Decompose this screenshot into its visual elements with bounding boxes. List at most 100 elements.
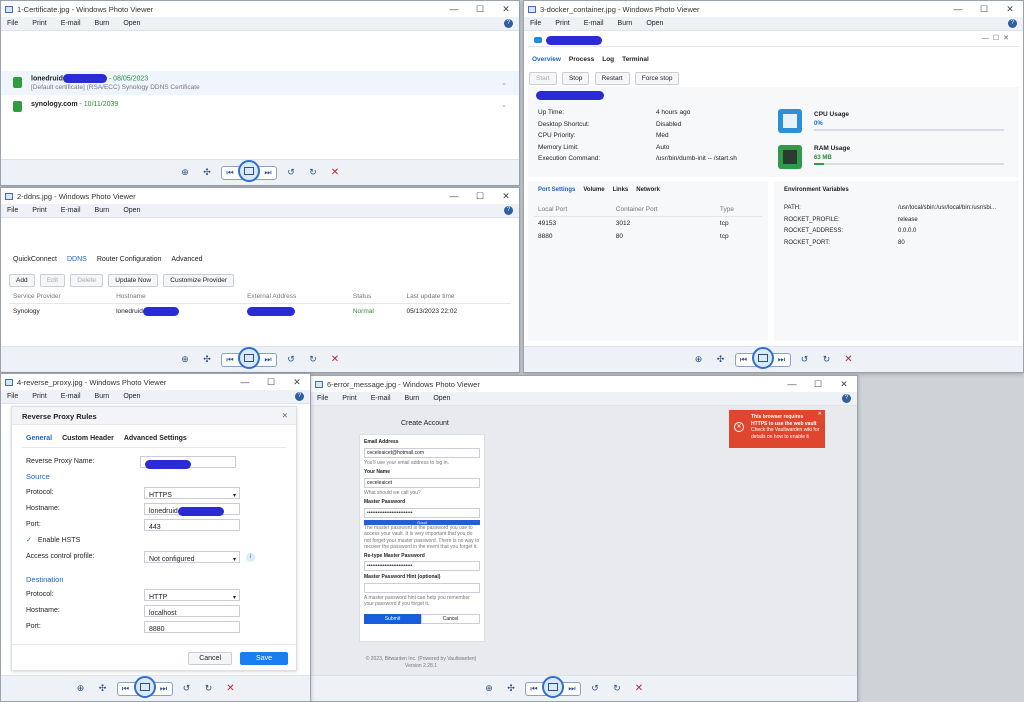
menu-file[interactable]: File	[7, 393, 18, 400]
menu-open[interactable]: Open	[123, 207, 140, 214]
dst-hostname-field[interactable]: localhost	[144, 605, 240, 617]
slideshow-icon[interactable]	[133, 675, 156, 698]
rotate-left-icon[interactable]: ↺	[179, 682, 195, 696]
tab-process[interactable]: Process	[569, 56, 594, 63]
zoom-icon[interactable]: ⊕	[177, 353, 193, 367]
src-protocol-select[interactable]: HTTPS ▾	[144, 487, 240, 499]
zoom-icon[interactable]: ⊕	[481, 682, 497, 696]
menu-email[interactable]: E-mail	[371, 395, 391, 402]
previous-icon[interactable]: ⏮	[736, 355, 752, 365]
delete-icon[interactable]: ✕	[223, 683, 239, 694]
menu-burn[interactable]: Burn	[618, 20, 633, 27]
edit-button[interactable]: Edit	[39, 274, 66, 287]
rotate-left-icon[interactable]: ↺	[283, 166, 299, 180]
tab-quickconnect[interactable]: QuickConnect	[13, 256, 57, 263]
close-button[interactable]: ✕	[284, 374, 310, 390]
acl-select[interactable]: Not configured ▾	[144, 551, 240, 563]
name-field[interactable]: ceceleaicet	[364, 477, 480, 488]
minimize-button[interactable]: —	[441, 188, 467, 204]
next-icon[interactable]: ⏭	[156, 684, 172, 694]
slideshow-icon[interactable]	[238, 346, 260, 369]
rotate-left-icon[interactable]: ↺	[283, 353, 299, 367]
table-row[interactable]: 49153 3012 tcp	[534, 217, 762, 231]
tab-volume[interactable]: Volume	[583, 187, 604, 193]
help-icon[interactable]: ?	[504, 19, 513, 28]
delete-icon[interactable]: ✕	[631, 683, 647, 694]
titlebar[interactable]: 1-Certificate.jpg - Windows Photo Viewer…	[1, 1, 519, 17]
minimize-button[interactable]: —	[779, 376, 805, 392]
titlebar[interactable]: 2-ddns.jpg - Windows Photo Viewer — ☐ ✕	[1, 188, 519, 204]
help-icon[interactable]: ?	[1008, 19, 1017, 28]
rotate-right-icon[interactable]: ↻	[609, 682, 625, 696]
start-button[interactable]: Start	[529, 72, 557, 85]
tab-general[interactable]: General	[26, 435, 52, 442]
delete-icon[interactable]: ✕	[327, 354, 343, 365]
tab-advanced[interactable]: Advanced	[171, 256, 202, 263]
next-icon[interactable]: ⏭	[564, 684, 580, 694]
menu-email[interactable]: E-mail	[584, 20, 604, 27]
next-icon[interactable]: ⏭	[260, 355, 276, 365]
table-row[interactable]: 8880 80 tcp	[534, 230, 762, 243]
titlebar[interactable]: 4-reverse_proxy.jpg - Windows Photo View…	[1, 374, 310, 390]
tab-terminal[interactable]: Terminal	[622, 56, 649, 63]
src-port-field[interactable]: 443	[144, 519, 240, 531]
delete-icon[interactable]: ✕	[841, 354, 857, 365]
menu-file[interactable]: File	[7, 20, 18, 27]
force-stop-button[interactable]: Force stop	[634, 72, 680, 85]
menu-print[interactable]: Print	[32, 393, 46, 400]
tab-port-settings[interactable]: Port Settings	[538, 187, 575, 193]
tab-advanced-settings[interactable]: Advanced Settings	[124, 435, 187, 442]
minimize-button[interactable]: —	[945, 1, 971, 17]
previous-icon[interactable]: ⏮	[222, 168, 238, 178]
window-controls-icon[interactable]: —☐✕	[982, 34, 1013, 42]
info-icon[interactable]: i	[246, 553, 255, 562]
next-icon[interactable]: ⏭	[774, 355, 790, 365]
maximize-button[interactable]: ☐	[971, 1, 997, 17]
help-icon[interactable]: ?	[842, 394, 851, 403]
maximize-button[interactable]: ☐	[258, 374, 284, 390]
menu-print[interactable]: Print	[32, 207, 46, 214]
cert-row-selected[interactable]: lonedruid - 08/05/2023 [Default certific…	[1, 71, 519, 95]
tab-ddns[interactable]: DDNS	[67, 256, 87, 263]
rotate-left-icon[interactable]: ↺	[587, 682, 603, 696]
actual-size-icon[interactable]: ✣	[713, 353, 729, 367]
actual-size-icon[interactable]: ✣	[199, 166, 215, 180]
help-icon[interactable]: ?	[295, 392, 304, 401]
previous-icon[interactable]: ⏮	[526, 684, 542, 694]
previous-icon[interactable]: ⏮	[222, 355, 238, 365]
hint-field[interactable]	[364, 582, 480, 593]
delete-button[interactable]: Delete	[70, 274, 104, 287]
close-button[interactable]: ✕	[493, 1, 519, 17]
menu-email[interactable]: E-mail	[61, 207, 81, 214]
rotate-right-icon[interactable]: ↻	[819, 353, 835, 367]
src-hostname-field[interactable]: lonedruid	[144, 503, 240, 516]
menu-open[interactable]: Open	[433, 395, 450, 402]
menu-print[interactable]: Print	[32, 20, 46, 27]
close-icon[interactable]: ✕	[282, 411, 288, 420]
minimize-button[interactable]: —	[441, 1, 467, 17]
cancel-button[interactable]: Cancel	[188, 652, 232, 665]
checkbox-checked-icon[interactable]: ✓	[26, 537, 32, 544]
close-button[interactable]: ✕	[493, 188, 519, 204]
rotate-right-icon[interactable]: ↻	[201, 682, 217, 696]
slideshow-icon[interactable]	[542, 675, 564, 698]
menu-print[interactable]: Print	[555, 20, 569, 27]
zoom-icon[interactable]: ⊕	[177, 166, 193, 180]
menu-email[interactable]: E-mail	[61, 393, 81, 400]
close-button[interactable]: ✕	[997, 1, 1023, 17]
retype-field[interactable]: ••••••••••••••••••••••••••	[364, 561, 480, 571]
menu-burn[interactable]: Burn	[95, 393, 110, 400]
rotate-right-icon[interactable]: ↻	[305, 166, 321, 180]
menu-burn[interactable]: Burn	[95, 207, 110, 214]
help-icon[interactable]: ?	[504, 206, 513, 215]
chevron-down-icon[interactable]: ⌄	[501, 101, 507, 109]
tab-router-configuration[interactable]: Router Configuration	[97, 256, 162, 263]
rotate-right-icon[interactable]: ↻	[305, 353, 321, 367]
tab-links[interactable]: Links	[613, 187, 629, 193]
menu-file[interactable]: File	[7, 207, 18, 214]
actual-size-icon[interactable]: ✣	[95, 682, 111, 696]
menu-burn[interactable]: Burn	[405, 395, 420, 402]
zoom-icon[interactable]: ⊕	[73, 682, 89, 696]
cancel-button[interactable]: Cancel	[421, 613, 480, 624]
actual-size-icon[interactable]: ✣	[503, 682, 519, 696]
